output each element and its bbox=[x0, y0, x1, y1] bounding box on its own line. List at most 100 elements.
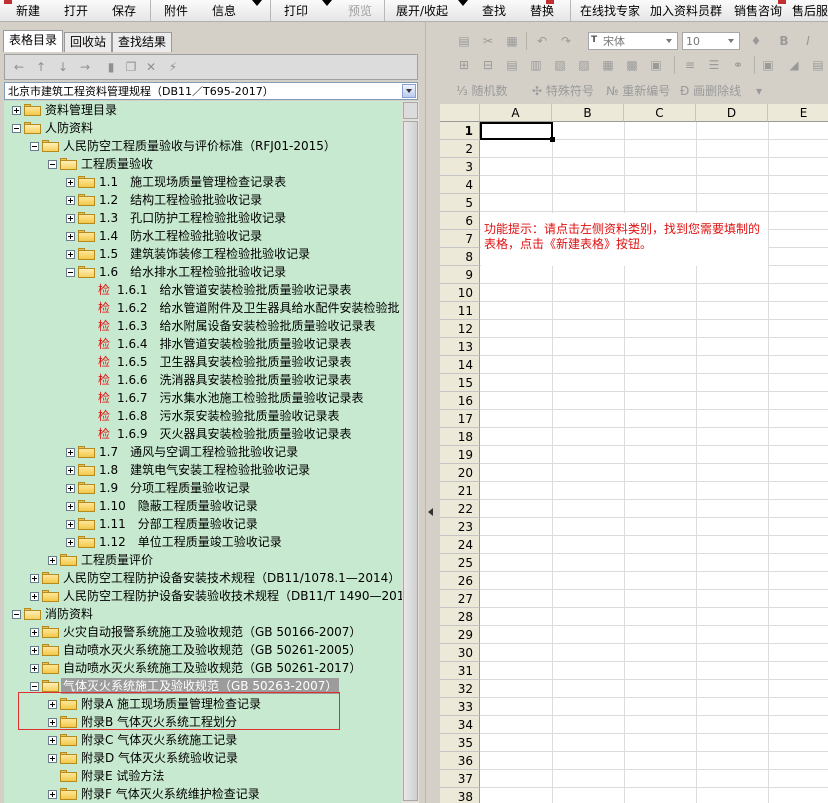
row-header[interactable]: 28 bbox=[440, 608, 480, 626]
preview-button[interactable]: 预览 bbox=[348, 3, 372, 19]
delete-row-icon[interactable]: ▧ bbox=[552, 57, 568, 73]
row-header[interactable]: 4 bbox=[440, 176, 480, 194]
split-cells-icon[interactable]: ⊟ bbox=[480, 57, 496, 73]
tree-node[interactable]: 消防资料 bbox=[4, 605, 402, 623]
tree-node[interactable]: 检 1.6.9 灭火器具安装检验批质量验收记录表 bbox=[4, 425, 402, 443]
expand-collapse-button[interactable]: 展开/收起 bbox=[396, 3, 448, 19]
tree-node[interactable]: 1.4 防水工程检验批验收记录 bbox=[4, 227, 402, 245]
join-group-button[interactable]: 加入资料员群 bbox=[650, 3, 722, 19]
tree-node[interactable]: 附录D 气体灭火系统验收记录 bbox=[4, 749, 402, 767]
expand-plus-icon[interactable] bbox=[66, 520, 75, 529]
link-icon[interactable]: ⚭ bbox=[730, 57, 746, 73]
tree-node[interactable]: 气体灭火系统施工及验收规范（GB 50263-2007） bbox=[4, 677, 402, 695]
tree-node[interactable]: 1.1 施工现场质量管理检查记录表 bbox=[4, 173, 402, 191]
tree-node[interactable]: 1.3 孔口防护工程检验批验收记录 bbox=[4, 209, 402, 227]
expand-plus-icon[interactable] bbox=[30, 574, 39, 583]
tree-node[interactable]: 附录C 气体灭火系统施工记录 bbox=[4, 731, 402, 749]
expand-plus-icon[interactable] bbox=[66, 448, 75, 457]
renumber-button[interactable]: № 重新编号 bbox=[606, 84, 670, 98]
font-size-select[interactable]: 10 bbox=[682, 32, 740, 50]
info-dropdown-icon[interactable] bbox=[252, 0, 262, 6]
row-header[interactable]: 19 bbox=[440, 446, 480, 464]
column-header[interactable]: A bbox=[480, 104, 552, 122]
special-char-button[interactable]: ✣ 特殊符号 bbox=[532, 84, 594, 98]
row-header[interactable]: 10 bbox=[440, 284, 480, 302]
border-icon[interactable]: ▩ bbox=[624, 57, 640, 73]
tree-node[interactable]: 资料管理目录 bbox=[4, 101, 402, 119]
select-all-corner[interactable] bbox=[440, 104, 480, 122]
selected-cell[interactable] bbox=[480, 122, 553, 140]
format-painter-icon[interactable]: ♦ bbox=[748, 33, 764, 49]
bold-button[interactable]: B bbox=[776, 33, 792, 49]
tree-node[interactable]: 人民防空工程防护设备安装验收技术规程（DB11/T 1490—2017 bbox=[4, 587, 412, 605]
font-select[interactable]: T 宋体 bbox=[588, 32, 678, 50]
row-header[interactable]: 25 bbox=[440, 554, 480, 572]
arrow-left-icon[interactable]: ← bbox=[11, 59, 27, 75]
row-header[interactable]: 22 bbox=[440, 500, 480, 518]
collapse-minus-icon[interactable] bbox=[66, 268, 75, 277]
tree-node[interactable]: 1.6 给水排水工程检验批验收记录 bbox=[4, 263, 402, 281]
attachment-button[interactable]: 附件 bbox=[164, 3, 188, 19]
insert-row-icon[interactable]: ▤ bbox=[504, 57, 520, 73]
row-header[interactable]: 1 bbox=[440, 122, 480, 140]
line-spacing-icon[interactable]: ≡ bbox=[682, 57, 698, 73]
merge-cells-icon[interactable]: ⊞ bbox=[456, 57, 472, 73]
tree-node[interactable]: 附录E 试验方法 bbox=[4, 767, 402, 785]
random-number-button[interactable]: ⅓ 随机数 bbox=[456, 84, 507, 98]
row-header[interactable]: 33 bbox=[440, 698, 480, 716]
fill-icon[interactable]: ▣ bbox=[648, 57, 664, 73]
tree-node[interactable]: 1.11 分部工程质量验收记录 bbox=[4, 515, 402, 533]
scrollbar-thumb[interactable] bbox=[403, 121, 418, 801]
tree-node[interactable]: 人防资料 bbox=[4, 119, 402, 137]
tree-node[interactable]: 附录F 气体灭火系统维护检查记录 bbox=[4, 785, 402, 803]
expand-plus-icon[interactable] bbox=[30, 592, 39, 601]
expand-plus-icon[interactable] bbox=[48, 736, 57, 745]
row-header[interactable]: 35 bbox=[440, 734, 480, 752]
tree-node[interactable]: 1.5 建筑装饰装修工程检验批验收记录 bbox=[4, 245, 402, 263]
tree-node[interactable]: 人民防空工程质量验收与评价标准（RFJ01-2015） bbox=[4, 137, 402, 155]
row-header[interactable]: 30 bbox=[440, 644, 480, 662]
row-header[interactable]: 31 bbox=[440, 662, 480, 680]
copy-icon[interactable]: ❐ bbox=[123, 59, 139, 75]
collapse-minus-icon[interactable] bbox=[48, 160, 57, 169]
row-header[interactable]: 14 bbox=[440, 356, 480, 374]
row-header[interactable]: 8 bbox=[440, 248, 480, 266]
tree-node[interactable]: 检 1.6.6 洗消器具安装检验批质量验收记录表 bbox=[4, 371, 402, 389]
row-header[interactable]: 11 bbox=[440, 302, 480, 320]
chevron-down-icon[interactable] bbox=[725, 34, 738, 48]
tree-node[interactable]: 检 1.6.1 给水管道安装检验批质量验收记录表 bbox=[4, 281, 402, 299]
row-header[interactable]: 2 bbox=[440, 140, 480, 158]
spreadsheet-grid[interactable]: ABCDE 1 2 3 4 5 6 7 8 9 10 11 12 13 14 15 16 17 18 19 20 21 2… bbox=[440, 104, 828, 803]
tree-node[interactable]: 检 1.6.8 污水泵安装检验批质量验收记录表 bbox=[4, 407, 402, 425]
expand-plus-icon[interactable] bbox=[66, 484, 75, 493]
row-header[interactable]: 13 bbox=[440, 338, 480, 356]
arrow-down-icon[interactable]: ↓ bbox=[55, 59, 71, 75]
tree-node[interactable]: 1.8 建筑电气安装工程检验批验收记录 bbox=[4, 461, 402, 479]
column-header[interactable]: B bbox=[552, 104, 624, 122]
tree-node[interactable]: 附录A 施工现场质量管理检查记录 bbox=[4, 695, 402, 713]
tree-node[interactable]: 人民防空工程防护设备安装技术规程（DB11/1078.1—2014） bbox=[4, 569, 402, 587]
row-header[interactable]: 38 bbox=[440, 788, 480, 803]
tree-node[interactable]: 1.12 单位工程质量竣工验收记录 bbox=[4, 533, 402, 551]
row-header[interactable]: 34 bbox=[440, 716, 480, 734]
expand-plus-icon[interactable] bbox=[66, 196, 75, 205]
arrow-right-icon[interactable]: → bbox=[77, 59, 93, 75]
row-header[interactable]: 5 bbox=[440, 194, 480, 212]
expand-plus-icon[interactable] bbox=[12, 106, 21, 115]
fill-handle[interactable] bbox=[550, 137, 555, 142]
redo-icon[interactable]: ↷ bbox=[558, 33, 574, 49]
more-icon[interactable]: ▤ bbox=[810, 57, 826, 73]
italic-button[interactable]: I bbox=[800, 33, 816, 49]
info-button[interactable]: 信息 bbox=[212, 3, 236, 19]
tree-node[interactable]: 检 1.6.2 给水管道附件及卫生器具给水配件安装检验批 bbox=[4, 299, 402, 317]
row-header[interactable]: 27 bbox=[440, 590, 480, 608]
new-button[interactable]: 新建 bbox=[16, 3, 40, 19]
expand-plus-icon[interactable] bbox=[66, 232, 75, 241]
tree-scrollbar[interactable] bbox=[402, 101, 419, 803]
align-icon[interactable]: ◢ bbox=[786, 57, 802, 73]
collapse-minus-icon[interactable] bbox=[12, 610, 21, 619]
row-header[interactable]: 7 bbox=[440, 230, 480, 248]
paste-icon[interactable]: ▤ bbox=[456, 33, 472, 49]
expand-plus-icon[interactable] bbox=[66, 214, 75, 223]
tree-node[interactable]: 火灾自动报警系统施工及验收规范（GB 50166-2007） bbox=[4, 623, 402, 641]
